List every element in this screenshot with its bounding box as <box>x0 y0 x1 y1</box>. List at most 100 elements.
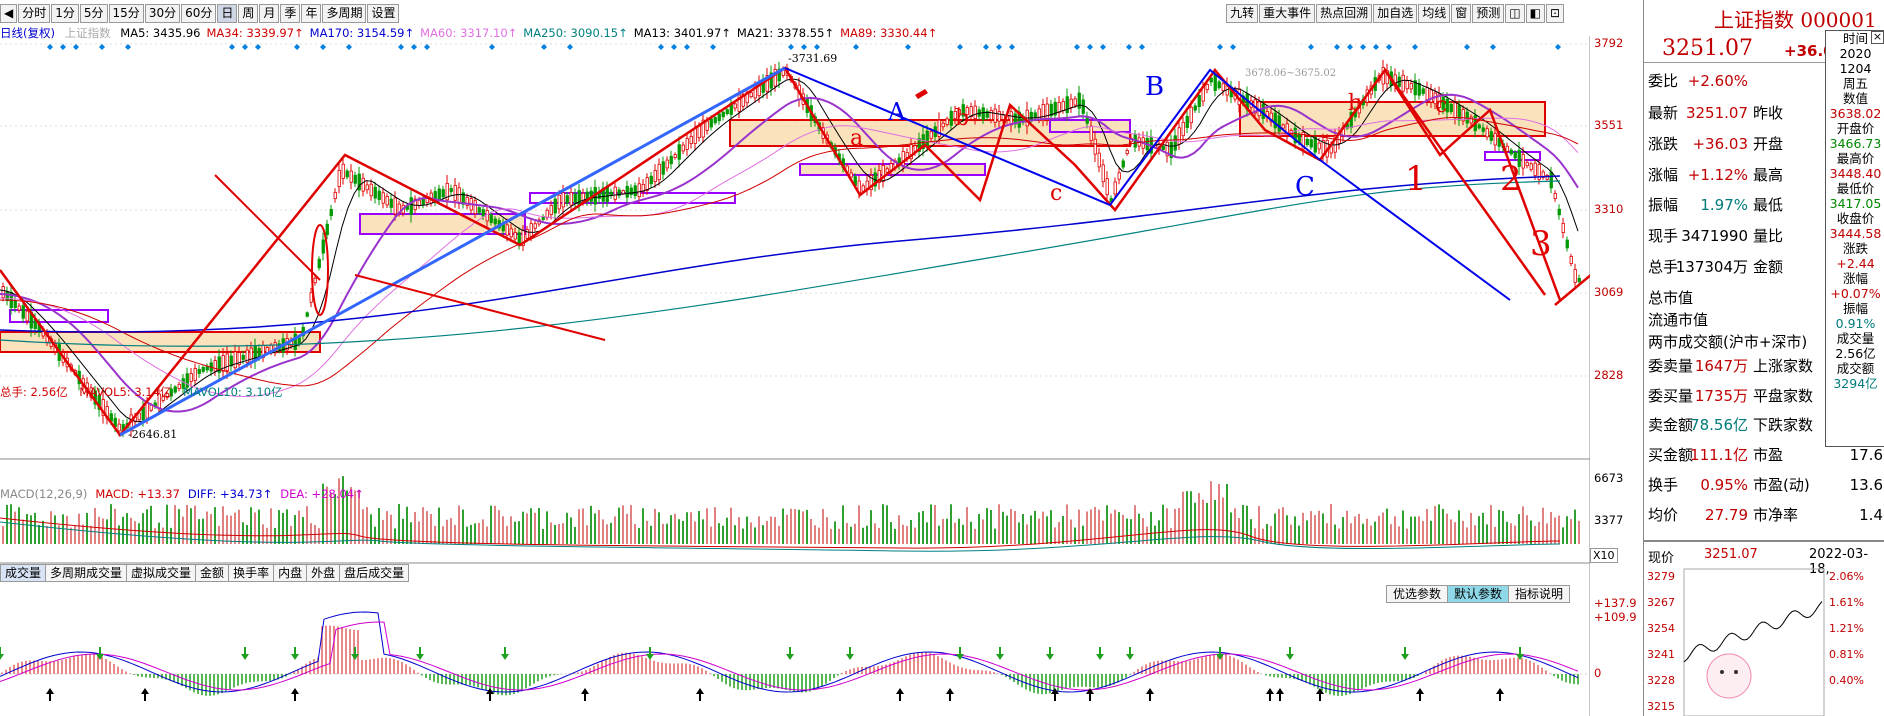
volume-bar <box>1322 513 1324 544</box>
candle-body <box>1481 127 1485 132</box>
volume-bar <box>494 505 496 544</box>
candle-body <box>653 170 657 182</box>
kline-chart[interactable]: -3731.69 -2646.81 3678.06~3675.02 A b a c B Cb c 1… <box>0 36 1590 716</box>
wave-label-A: A <box>887 98 906 126</box>
param-tab-1[interactable]: 默认参数 <box>1447 585 1510 603</box>
buy-arrow-icon <box>1266 688 1274 701</box>
tool-button-4[interactable]: 均线 <box>1418 4 1451 23</box>
period-button-10[interactable]: 年 <box>301 4 322 23</box>
volume-tab-3[interactable]: 金额 <box>195 564 230 582</box>
mascot-eye <box>1734 670 1738 674</box>
candle-body <box>1205 84 1209 90</box>
period-button-11[interactable]: 多周期 <box>322 4 367 23</box>
candle-body <box>225 353 229 371</box>
period-button-2[interactable]: 5分 <box>79 4 108 23</box>
volume-bar <box>882 504 884 544</box>
range-note: 3678.06~3675.02 <box>1245 68 1336 79</box>
volume-bar <box>758 516 760 544</box>
volume-bar <box>1046 516 1048 544</box>
tool-button-8[interactable]: ◧ <box>1525 4 1545 23</box>
candle-body <box>365 184 369 191</box>
tool-button-5[interactable]: 窗 <box>1451 4 1472 23</box>
sell-arrow-icon <box>501 647 509 660</box>
quote-value: +1.12% <box>1687 166 1748 184</box>
volume-bar <box>646 520 648 544</box>
candle-body <box>993 108 997 123</box>
volume-bar <box>1426 508 1428 544</box>
prev-arrow-button[interactable]: ◀ <box>0 4 18 23</box>
candle-body <box>145 402 149 419</box>
candle-body <box>529 223 533 237</box>
param-tab-0[interactable]: 优选参数 <box>1386 585 1449 603</box>
period-button-8[interactable]: 月 <box>259 4 280 23</box>
volume-bar <box>1470 512 1472 544</box>
candle-body <box>1317 142 1321 150</box>
volume-bar <box>1418 516 1420 544</box>
candle-body <box>389 198 393 208</box>
quote-label-2: 市盈(动) <box>1753 476 1810 494</box>
param-tab-2[interactable]: 指标说明 <box>1508 585 1571 603</box>
period-button-3[interactable]: 15分 <box>108 4 144 23</box>
candle-body <box>1097 152 1101 168</box>
macd-item-1: MACD: +13.37 <box>95 487 180 501</box>
volume-tab-6[interactable]: 外盘 <box>306 564 341 582</box>
tool-button-7[interactable]: ◫ <box>1505 4 1525 23</box>
candle-body <box>1213 73 1217 91</box>
volume-bar <box>374 526 376 544</box>
volume-tab-0[interactable]: 成交量 <box>0 564 47 582</box>
candle-body <box>513 232 517 240</box>
tool-button-6[interactable]: 预测 <box>1472 4 1505 23</box>
period-button-7[interactable]: 周 <box>238 4 259 23</box>
tool-button-9[interactable]: ⊡ <box>1545 4 1564 23</box>
popup-close-icon[interactable]: × <box>1871 31 1884 44</box>
vol-axis-label-1: 3377 <box>1594 513 1624 527</box>
tool-button-1[interactable]: 重大事件 <box>1259 4 1316 23</box>
intraday-mini-chart[interactable]: 3279 3267 3254 3241 3228 3215 2.06% 1.61% 1.21% 0… <box>1644 566 1884 716</box>
volume-tab-1[interactable]: 多周期成交量 <box>45 564 128 582</box>
volume-bar <box>914 527 916 544</box>
volume-bar <box>1210 481 1212 544</box>
volume-tab-5[interactable]: 内盘 <box>273 564 308 582</box>
macd-item-2: DIFF: +34.73↑ <box>187 487 273 501</box>
tool-button-3[interactable]: 加自选 <box>1373 4 1418 23</box>
volume-bar <box>1550 511 1552 544</box>
volume-bar <box>666 523 668 544</box>
volume-tab-2[interactable]: 虚拟成交量 <box>126 564 197 582</box>
volume-tab-4[interactable]: 换手率 <box>228 564 275 582</box>
quote-row-8: 流通市值 <box>1648 309 1708 331</box>
candle-body <box>205 366 209 371</box>
candle-body <box>1529 163 1533 170</box>
candle-body <box>721 111 725 118</box>
period-button-5[interactable]: 60分 <box>181 4 217 23</box>
candle-body <box>489 214 493 223</box>
buy-arrow-icon <box>1146 688 1154 701</box>
quote-value: 0.95% <box>1700 476 1748 494</box>
macd-axis-label-2: 0 <box>1594 666 1602 680</box>
period-button-6[interactable]: 日 <box>217 4 238 23</box>
candle-body <box>1089 125 1093 141</box>
volume-bar <box>734 525 736 544</box>
period-button-0[interactable]: 分时 <box>18 4 51 23</box>
volume-bar <box>1282 507 1284 544</box>
candle-body <box>345 170 349 178</box>
volume-bar <box>1170 528 1172 544</box>
candle-body <box>717 113 721 122</box>
candle-body <box>333 191 337 200</box>
period-button-1[interactable]: 1分 <box>51 4 79 23</box>
volume-bar <box>1230 512 1232 544</box>
candle-body <box>1453 102 1457 119</box>
period-button-4[interactable]: 30分 <box>144 4 181 23</box>
candle-body <box>1309 139 1313 148</box>
period-button-12[interactable]: 设置 <box>367 4 400 23</box>
period-button-9[interactable]: 季 <box>280 4 301 23</box>
volume-bar <box>54 515 56 544</box>
signal-diamond <box>60 44 66 50</box>
tool-button-0[interactable]: 九转 <box>1226 4 1259 23</box>
volume-tab-7[interactable]: 盘后成交量 <box>339 564 410 582</box>
tool-button-2[interactable]: 热点回溯 <box>1316 4 1373 23</box>
candle-body <box>1125 150 1129 154</box>
sell-arrow-icon <box>1401 647 1409 660</box>
volume-bar <box>134 521 136 544</box>
buy-arrow-icon <box>1496 688 1504 701</box>
buy-arrow-icon <box>291 688 299 701</box>
